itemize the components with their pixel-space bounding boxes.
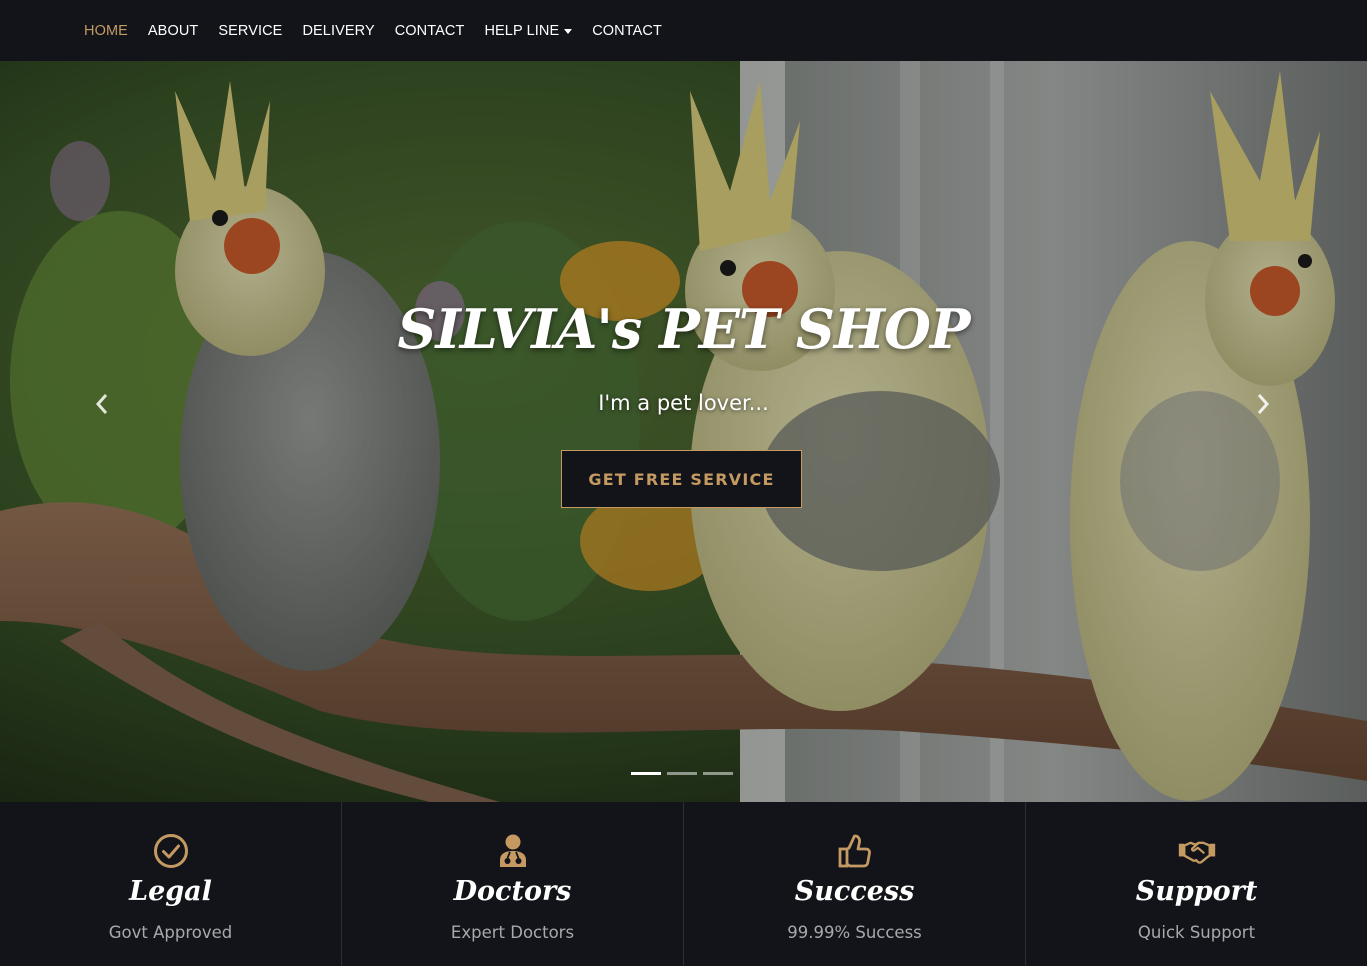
nav-home[interactable]: HOME — [84, 23, 128, 39]
feature-support-subtitle: Quick Support — [1137, 923, 1256, 942]
check-circle-icon — [153, 834, 188, 868]
hero-subtitle: I'm a pet lover... — [598, 391, 769, 415]
nav-contact-2-label: CONTACT — [592, 22, 662, 39]
carousel-indicator-3[interactable] — [703, 772, 733, 775]
features-strip: Legal Govt Approved Doctors Expert Docto… — [0, 802, 1367, 966]
nav-contact-2[interactable]: CONTACT — [592, 23, 662, 39]
get-free-service-label: GET FREE SERVICE — [588, 469, 775, 489]
nav-contact-label: CONTACT — [394, 22, 465, 39]
nav-help-line-label: HELP LINE — [484, 22, 560, 39]
nav-about-label: ABOUT — [147, 22, 199, 39]
nav-service-label: SERVICE — [218, 22, 283, 39]
hero-carousel: SILVIA's PET SHOP I'm a pet lover... GET… — [0, 61, 1367, 802]
nav-service[interactable]: SERVICE — [218, 23, 282, 39]
carousel-indicator-1[interactable] — [631, 772, 661, 775]
doctor-icon — [499, 834, 526, 867]
feature-doctors: Doctors Expert Doctors — [341, 802, 683, 966]
get-free-service-button[interactable]: GET FREE SERVICE — [561, 450, 802, 508]
feature-doctors-title: Doctors — [453, 876, 572, 907]
nav-about[interactable]: ABOUT — [148, 23, 198, 39]
feature-legal: Legal Govt Approved — [0, 802, 341, 966]
chevron-left-icon — [95, 394, 108, 414]
chevron-right-icon — [1257, 394, 1270, 414]
feature-support-title: Support — [1135, 876, 1258, 907]
nav-contact[interactable]: CONTACT — [395, 23, 465, 39]
nav-delivery-label: DELIVERY — [302, 22, 375, 39]
hero-overlay — [0, 61, 1367, 802]
nav-list: HOME ABOUT SERVICE DELIVERY CONTACT HELP… — [84, 0, 682, 61]
feature-legal-subtitle: Govt Approved — [108, 923, 233, 942]
carousel-indicator-2[interactable] — [667, 772, 697, 775]
feature-support: Support Quick Support — [1025, 802, 1367, 966]
carousel-next-button[interactable] — [1248, 389, 1278, 419]
nav-help-line-dropdown[interactable]: HELP LINE — [484, 22, 573, 39]
feature-success-title: Success — [794, 876, 915, 907]
navbar: HOME ABOUT SERVICE DELIVERY CONTACT HELP… — [0, 0, 1367, 61]
feature-success-subtitle: 99.99% Success — [787, 923, 922, 942]
hero-title: SILVIA's PET SHOP — [397, 297, 970, 361]
feature-legal-title: Legal — [129, 876, 212, 907]
feature-doctors-subtitle: Expert Doctors — [450, 923, 575, 942]
thumbs-up-icon — [838, 834, 871, 868]
carousel-indicators — [631, 772, 739, 775]
caret-down-icon — [564, 28, 573, 34]
nav-home-label: HOME — [84, 22, 128, 39]
feature-success: Success 99.99% Success — [683, 802, 1025, 966]
nav-delivery[interactable]: DELIVERY — [302, 23, 374, 39]
handshake-icon — [1178, 841, 1215, 864]
carousel-prev-button[interactable] — [87, 389, 117, 419]
